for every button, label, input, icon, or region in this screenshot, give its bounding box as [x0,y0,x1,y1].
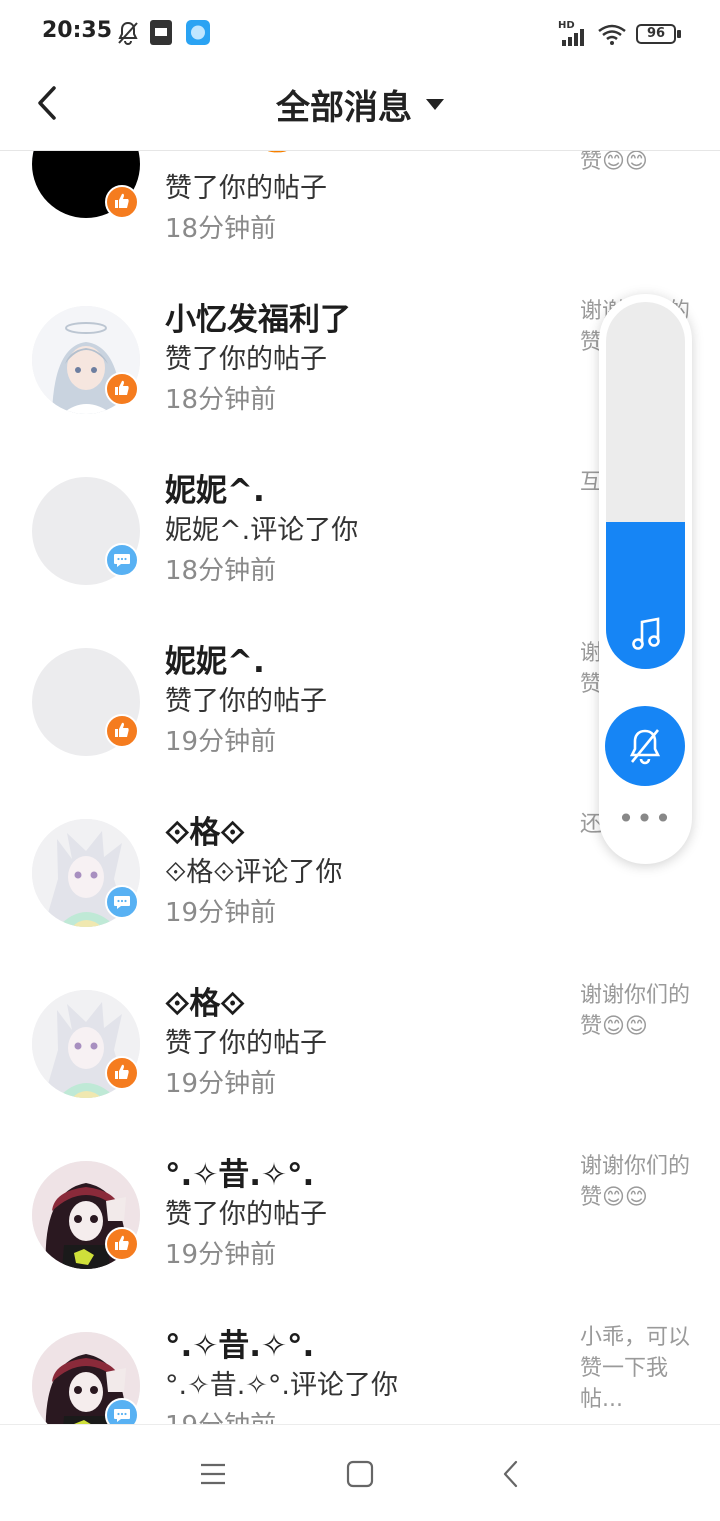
bell-off-icon [629,729,661,765]
like-icon [105,1056,139,1090]
comment-icon [105,543,139,577]
navigation-bar [0,1424,720,1521]
message-action-text: 赞了你的帖子 [165,344,327,375]
message-preview-text: 谢谢你们的赞😊😊 [580,151,648,174]
message-action-text: 赞了你的帖子 [165,173,327,204]
message-sender-name[interactable]: 妮妮^. [165,636,265,681]
message-row[interactable]: °.✧昔.✧°.°.✧昔.✧°.评论了你19分钟前小乖，可以赞一下我帖... [0,1325,720,1424]
volume-panel: ••• [599,294,692,864]
message-row[interactable]: 浪子燕🎃【D马】赞了你的帖子 18分钟前 谢谢你们的赞😊😊 [0,151,720,306]
bell-off-status-icon [116,20,140,50]
message-action-text: 妮妮^.评论了你 [165,515,359,546]
wifi-icon [597,24,627,50]
message-time: 18分钟前 [165,214,277,244]
like-icon [105,372,139,406]
comment-icon [105,1398,139,1424]
message-sender-name[interactable]: 妮妮^. [165,465,265,510]
message-action-text: ⟐格⟐评论了你 [165,857,343,888]
message-time: 18分钟前 [165,556,277,586]
message-action-text: 赞了你的帖子 [165,1028,327,1059]
message-action-text: °.✧昔.✧°.评论了你 [165,1370,398,1401]
message-row[interactable]: ⟐格⟐ 赞了你的帖子 19分钟前 谢谢你们的赞😊😊 [0,983,720,1161]
message-sender-name[interactable]: ⟐格⟐ [165,978,245,1023]
header-bar: 全部消息 [0,66,720,151]
page-title: 全部消息 [276,88,412,128]
message-sender-name[interactable]: °.✧昔.✧°. [165,1320,314,1365]
message-time: 19分钟前 [165,898,277,928]
message-time: 19分钟前 [165,1240,277,1270]
signal-icon [562,28,588,50]
menu-button[interactable] [196,1457,230,1491]
status-bar: 20:35 HD 96 [0,0,720,66]
app-status-icon [186,20,210,50]
music-note-icon [632,617,660,650]
title-dropdown[interactable]: 全部消息 [0,80,720,129]
like-icon [105,714,139,748]
message-sender-name[interactable]: 浪子燕🎃【D马】 [165,151,415,156]
nav-back-button[interactable] [494,1457,528,1491]
ringer-mode-button[interactable] [605,706,685,786]
like-icon [105,185,139,219]
message-time: 19分钟前 [165,727,277,757]
battery-icon: 96 [636,24,676,44]
message-sender-name[interactable]: °.✧昔.✧°. [165,1149,314,1194]
mi-app-status-icon [150,20,174,50]
more-icon[interactable]: ••• [599,802,692,835]
nav-back-icon [503,1460,518,1488]
message-sender-name[interactable]: ⟐格⟐ [165,807,245,852]
message-preview-text: 谢谢你们的赞😊😊 [580,1154,691,1210]
message-time: 19分钟前 [165,1405,276,1424]
message-sender-name[interactable]: 小忆发福利了 [165,294,351,339]
message-preview-text: 小乖，可以赞一下我帖... [580,1325,691,1412]
comment-icon [105,885,139,919]
message-time: 19分钟前 [165,1069,277,1099]
message-action-text: 赞了你的帖子 [165,686,327,717]
caret-down-icon [426,99,444,110]
message-time: 18分钟前 [165,385,277,415]
home-icon [346,1460,374,1488]
home-button[interactable] [343,1457,377,1491]
menu-icon [201,1463,225,1485]
message-action-text: 赞了你的帖子 [165,1199,327,1230]
battery-tip [677,30,681,38]
status-time: 20:35 [42,18,113,43]
message-row[interactable]: °.✧昔.✧°. 赞了你的帖子 19分钟前 谢谢你们的赞😊😊 [0,1154,720,1332]
message-preview-text: 谢谢你们的赞😊😊 [580,983,691,1039]
like-icon [105,1227,139,1261]
volume-slider[interactable] [606,302,685,669]
